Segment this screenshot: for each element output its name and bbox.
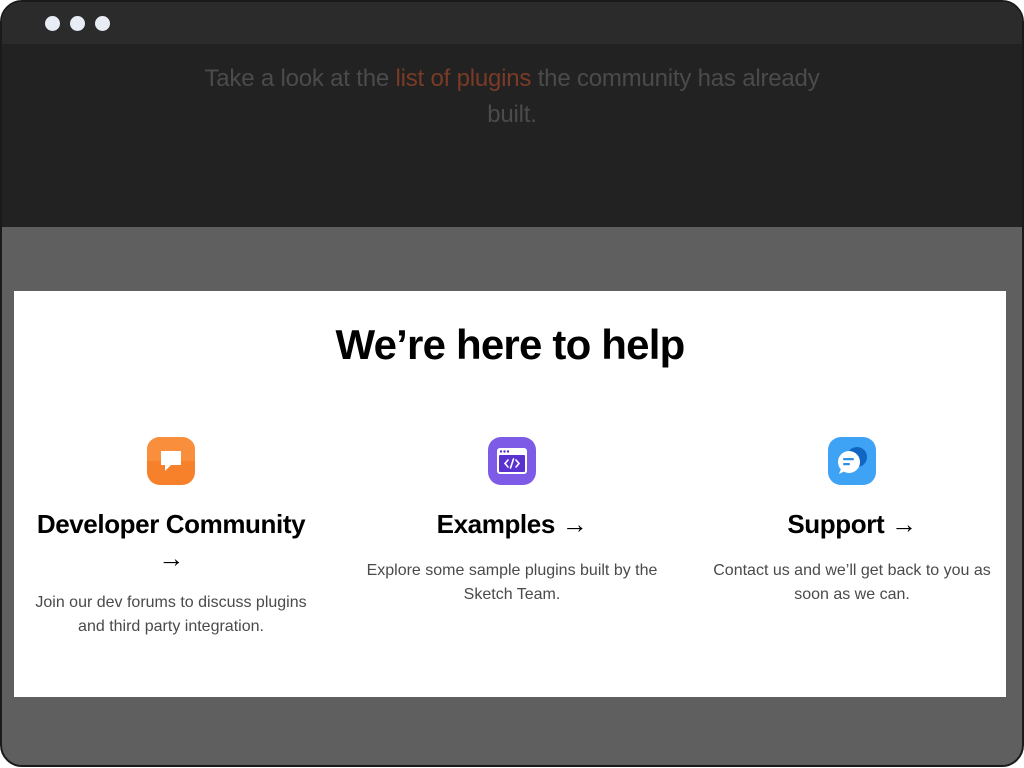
plugins-intro-text: Take a look at the list of plugins the c…: [182, 61, 842, 133]
help-modal: We’re here to help Developer Community →…: [14, 291, 1006, 697]
support-description: Contact us and we’ll get back to you as …: [713, 562, 991, 603]
list-of-plugins-link[interactable]: list of plugins: [395, 65, 531, 92]
support-chat-icon: [828, 437, 876, 485]
code-window-icon: [488, 437, 536, 485]
support-link[interactable]: Support →: [700, 507, 1004, 541]
examples-column: Examples → Explore some sample plugins b…: [360, 437, 664, 607]
intro-suffix: the community has already built.: [487, 65, 820, 128]
examples-link[interactable]: Examples →: [360, 507, 664, 541]
examples-description: Explore some sample plugins built by the…: [366, 562, 658, 603]
browser-window: Take a look at the list of plugins the c…: [0, 0, 1024, 767]
developer-community-column: Developer Community → Join our dev forum…: [24, 437, 318, 639]
support-column: Support → Contact us and we’ll get back …: [700, 437, 1004, 607]
window-titlebar: [2, 2, 1022, 44]
help-title: We’re here to help: [335, 321, 686, 368]
maximize-dot[interactable]: [95, 16, 110, 31]
intro-prefix: Take a look at the: [204, 65, 396, 92]
plugins-intro-section: Take a look at the list of plugins the c…: [2, 44, 1022, 227]
minimize-dot[interactable]: [70, 16, 85, 31]
chat-bubble-icon: [147, 437, 195, 485]
developer-community-description: Join our dev forums to discuss plugins a…: [35, 594, 307, 635]
developer-community-link[interactable]: Developer Community →: [24, 507, 318, 575]
close-dot[interactable]: [45, 16, 60, 31]
